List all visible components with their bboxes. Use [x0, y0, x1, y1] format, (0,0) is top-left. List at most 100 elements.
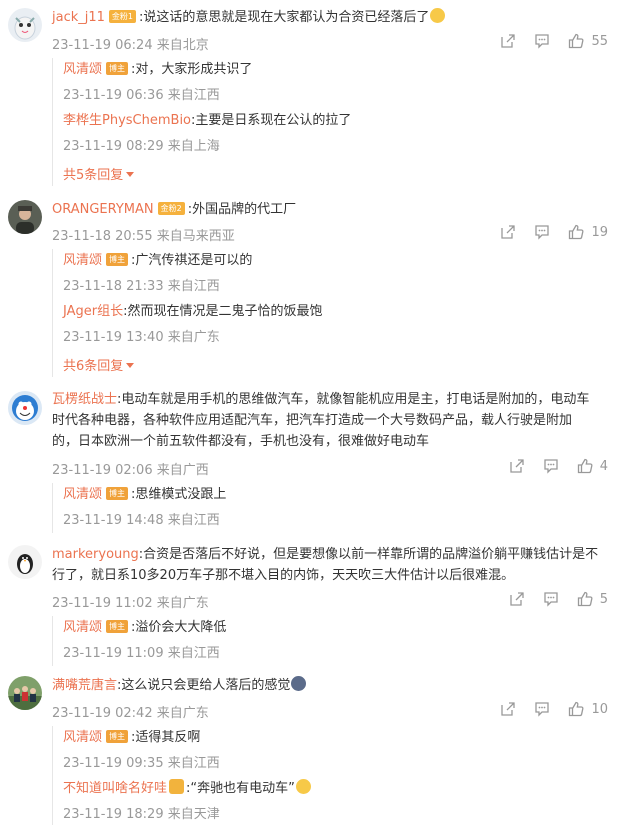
like-button[interactable]: 19 [568, 224, 608, 240]
comment-button[interactable] [543, 458, 559, 474]
host-badge: 博主 [106, 62, 129, 75]
reply-username[interactable]: 风清颂 [63, 62, 102, 77]
avatar[interactable] [8, 200, 42, 234]
more-replies-link[interactable]: 共6条回复 [63, 355, 135, 374]
comment-button[interactable] [534, 33, 550, 49]
comment-actions: 4 [491, 458, 608, 474]
comment-username[interactable]: jack_j11 [52, 10, 105, 25]
avatar[interactable] [8, 391, 42, 425]
like-count: 10 [591, 701, 608, 717]
laugh-cry-emoji-icon [430, 8, 446, 23]
host-badge: 博主 [106, 620, 129, 633]
comment-text-line: :电动车就是用手机的思维做汽车，就像智能机应用是主，打电话是附加的，电动车 [117, 392, 590, 407]
like-button[interactable]: 55 [568, 33, 608, 49]
reply-text: :对，大家形成共识了 [131, 62, 253, 77]
reply-text: :适得其反啊 [131, 730, 201, 745]
shocked-emoji-icon [291, 676, 307, 691]
comment-username[interactable]: 瓦楞纸战士 [52, 392, 117, 407]
reply-box: 风清颂 博主:对，大家形成共识了 23-11-19 06:36 来自江西 李桦生P… [52, 58, 608, 186]
reply-meta: 23-11-19 08:29 来自上海 [63, 139, 220, 154]
avatar[interactable] [8, 676, 42, 710]
reply-box: 风清颂 博主:广汽传祺还是可以的 23-11-18 21:33 来自江西 JAge… [52, 249, 608, 377]
comment-meta: 23-11-19 11:02 来自广东 [52, 596, 209, 611]
avatar[interactable] [8, 8, 42, 42]
share-button[interactable] [500, 701, 516, 717]
reply-text: :“奔驰也有电动车” [186, 781, 295, 796]
reply-username[interactable]: 风清颂 [63, 620, 102, 635]
reply-box: 风清颂 博主:适得其反啊 23-11-19 09:35 来自江西 不知道叫啥名好哇… [52, 726, 608, 825]
like-count: 19 [591, 224, 608, 240]
sweat-smile-emoji-icon [295, 779, 311, 794]
reply-username[interactable]: 李桦生PhysChemBio [63, 113, 191, 128]
reply-item: 风清颂 博主:广汽传祺还是可以的 23-11-18 21:33 来自江西 [63, 251, 608, 294]
comment-icon [535, 225, 550, 240]
comment-meta: 23-11-19 02:42 来自广东 [52, 706, 209, 721]
reply-meta: 23-11-19 09:35 来自江西 [63, 756, 220, 771]
comment-text-line: 行了，就日系10多20万车子那不堪入目的内饰，天天吹三大件估计以后很难混。 [52, 568, 515, 583]
crown-icon [169, 779, 185, 794]
share-button[interactable] [500, 33, 516, 49]
reply-username[interactable]: 风清颂 [63, 253, 102, 268]
reply-text: :溢价会大大降低 [131, 620, 227, 635]
thumbs-up-icon [569, 33, 584, 49]
comment-meta: 23-11-19 06:24 来自北京 [52, 38, 209, 53]
reply-username[interactable]: 不知道叫啥名好哇 [63, 781, 167, 796]
share-icon [510, 459, 524, 473]
comment-actions: 19 [482, 224, 608, 240]
share-button[interactable] [509, 458, 525, 474]
reply-text: :主要是日系现在公认的拉了 [191, 113, 352, 128]
share-button[interactable] [509, 591, 525, 607]
like-count: 4 [599, 458, 608, 474]
comment-text: :这么说只会更给人落后的感觉 [117, 678, 291, 693]
comment-username[interactable]: 满嘴荒唐言 [52, 678, 117, 693]
share-icon [501, 702, 516, 716]
comment-button[interactable] [534, 701, 550, 717]
comment-icon [535, 702, 550, 717]
reply-item: 不知道叫啥名好哇:“奔驰也有电动车” 23-11-19 18:29 来自天津 [63, 779, 608, 822]
comment-icon [544, 592, 558, 607]
share-button[interactable] [500, 224, 516, 240]
reply-text: :然而现在情况是二鬼子恰的饭最饱 [123, 304, 323, 319]
like-button[interactable]: 10 [568, 701, 608, 717]
reply-meta: 23-11-19 13:40 来自广东 [63, 330, 220, 345]
comment-text: :说这话的意思就是现在大家都认为合资已经落后了 [139, 10, 430, 25]
comment-button[interactable] [534, 224, 550, 240]
comment-text-line: 的，日本欧洲一个前五软件都没有，手机也没有，很难做好电动车 [52, 434, 430, 449]
comment-button[interactable] [543, 591, 559, 607]
reply-item: JAger组长:然而现在情况是二鬼子恰的饭最饱 23-11-19 13:40 来… [63, 302, 608, 345]
host-badge: 博主 [106, 730, 129, 743]
thumbs-up-icon [569, 224, 584, 240]
comment-icon [535, 34, 550, 49]
comment-username[interactable]: markeryoung [52, 547, 139, 562]
like-count: 5 [599, 591, 608, 607]
reply-meta: 23-11-19 06:36 来自江西 [63, 88, 220, 103]
reply-item: 风清颂 博主:对，大家形成共识了 23-11-19 06:36 来自江西 [63, 60, 608, 103]
more-replies-link[interactable]: 共5条回复 [63, 164, 135, 183]
reply-item: 风清颂 博主:适得其反啊 23-11-19 09:35 来自江西 [63, 728, 608, 771]
comment-text: :外国品牌的代工厂 [187, 202, 297, 217]
reply-username[interactable]: 风清颂 [63, 730, 102, 745]
like-button[interactable]: 4 [577, 458, 608, 474]
caret-down-icon [126, 172, 135, 177]
reply-box: 风清颂 博主:思维模式没跟上 23-11-19 14:48 来自江西 [52, 483, 608, 533]
reply-text: :思维模式没跟上 [131, 487, 227, 502]
fan-badge: 金粉2 [157, 202, 185, 215]
reply-username[interactable]: JAger组长 [63, 304, 123, 319]
host-badge: 博主 [106, 487, 129, 500]
reply-meta: 23-11-19 14:48 来自江西 [63, 513, 220, 528]
like-button[interactable]: 5 [577, 591, 608, 607]
comment-icon [544, 459, 558, 474]
comment-actions: 55 [482, 33, 608, 49]
fan-badge: 金粉1 [108, 10, 137, 23]
share-icon [510, 592, 524, 606]
like-count: 55 [591, 33, 608, 49]
reply-meta: 23-11-18 21:33 来自江西 [63, 279, 220, 294]
comment-text-line: :合资是否落后不好说，但是要想像以前一样靠所谓的品牌溢价躺平赚钱估计是不 [138, 547, 599, 562]
thumbs-up-icon [569, 701, 584, 717]
comment-meta: 23-11-18 20:55 来自马来西亚 [52, 229, 235, 244]
comment-username[interactable]: ORANGERYMAN [52, 202, 154, 217]
avatar[interactable] [8, 545, 42, 579]
thumbs-up-icon [577, 591, 593, 607]
reply-box: 风清颂 博主:溢价会大大降低 23-11-19 11:09 来自江西 [52, 616, 608, 666]
reply-username[interactable]: 风清颂 [63, 487, 102, 502]
